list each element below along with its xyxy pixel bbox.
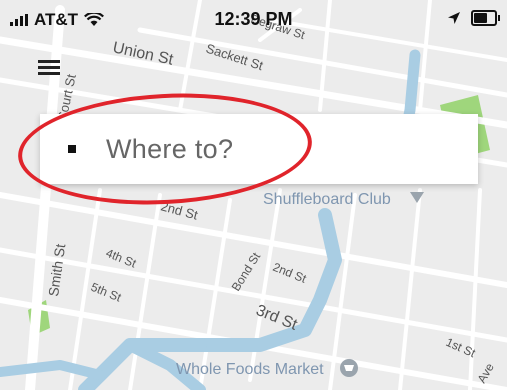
battery-icon [471, 10, 500, 26]
place-label-whole-foods-market: Whole Foods Market [176, 361, 324, 378]
location-arrow-icon [448, 12, 460, 24]
status-right-group [447, 10, 500, 26]
hamburger-icon-bar [38, 60, 60, 63]
menu-button[interactable] [38, 60, 62, 78]
hamburger-icon-bar [38, 66, 60, 69]
place-label-shuffleboard-club: Shuffleboard Club [263, 191, 391, 208]
status-bar: AT&T 12:39 PM [0, 0, 507, 34]
hamburger-icon-bar [38, 72, 60, 75]
grocery-pin-icon [340, 359, 358, 377]
status-time: 12:39 PM [214, 9, 293, 29]
